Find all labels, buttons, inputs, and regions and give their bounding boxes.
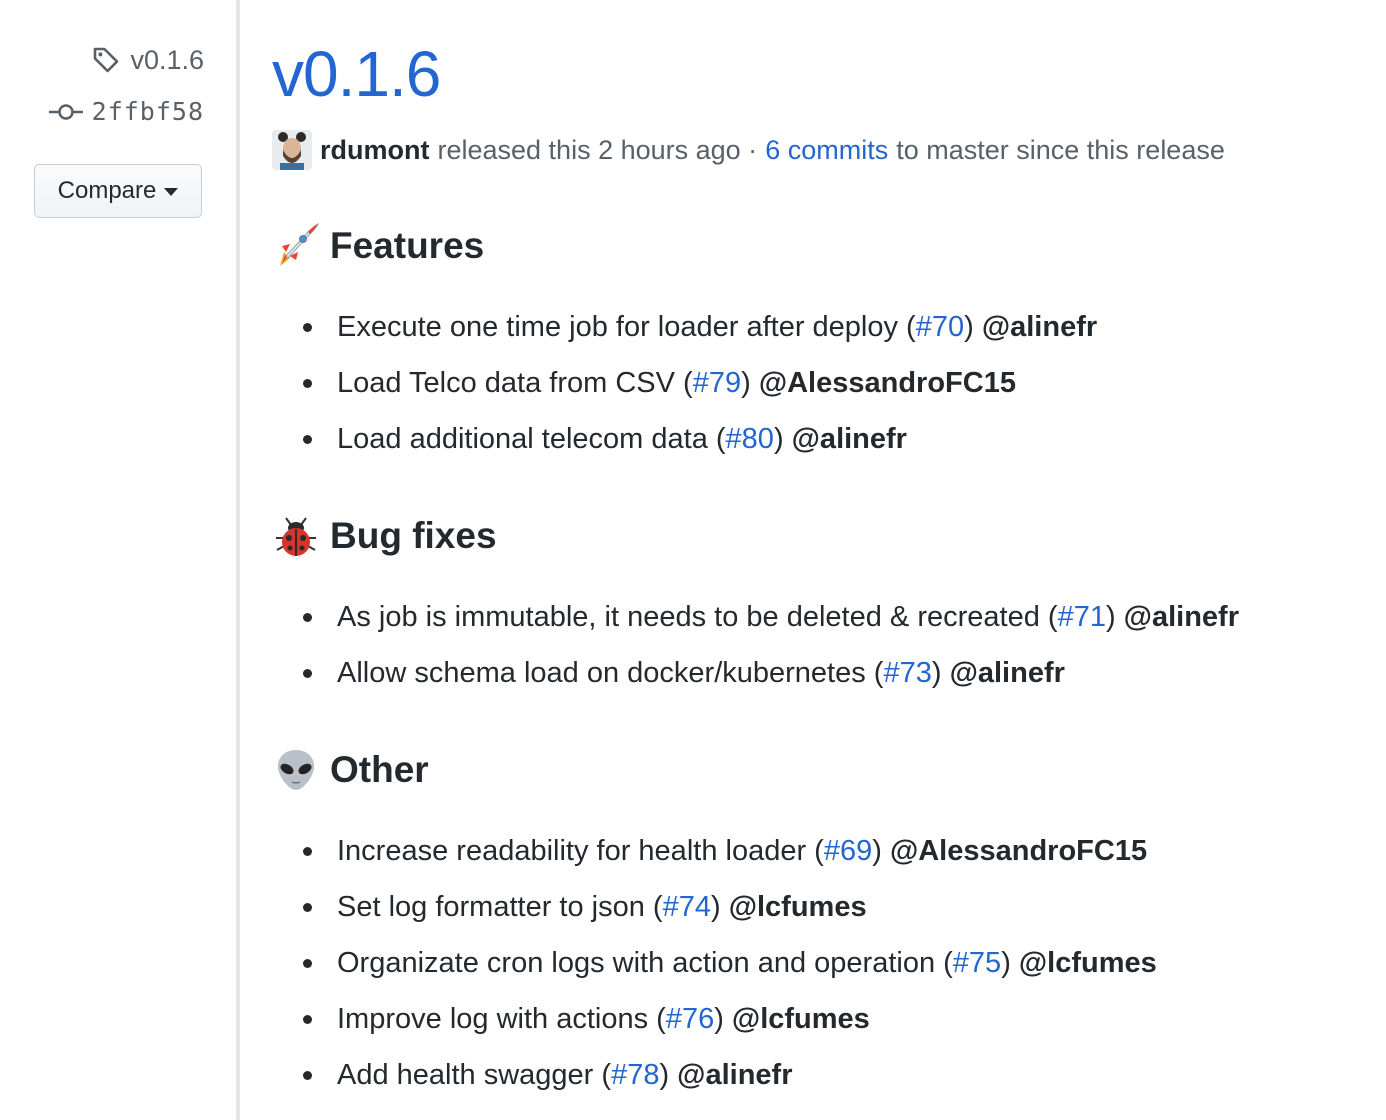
section-title: Features [330, 225, 485, 266]
bug-fixes-list: As job is immutable, it needs to be dele… [300, 589, 1239, 701]
item-text: Load Telco data from CSV ( [337, 367, 693, 399]
pr-link[interactable]: #76 [666, 1003, 714, 1035]
commit-icon [48, 103, 83, 120]
item-text: Set log formatter to json ( [337, 891, 663, 923]
list-item: Set log formatter to json (#74) @lcfumes [300, 879, 1157, 935]
pr-link[interactable]: #78 [611, 1059, 659, 1091]
item-text: Add health swagger ( [337, 1059, 612, 1091]
list-item: As job is immutable, it needs to be dele… [300, 589, 1239, 645]
section-heading-bug-fixes: Bug fixes [272, 512, 497, 560]
item-text: Load additional telecom data ( [337, 423, 726, 455]
features-list: Execute one time job for loader after de… [300, 299, 1097, 467]
item-text: Increase readability for health loader ( [337, 835, 824, 867]
pr-link[interactable]: #70 [916, 311, 964, 343]
alien-icon [278, 750, 314, 790]
author-mention[interactable]: @alinefr [792, 423, 907, 455]
author-mention[interactable]: @lcfumes [732, 1003, 870, 1035]
list-item: Organizate cron logs with action and ope… [300, 935, 1157, 991]
release-meta: rdumont released this 2 hours ago · 6 co… [272, 130, 1225, 170]
tag-link[interactable]: v0.1.6 [90, 44, 204, 76]
chevron-down-icon [164, 188, 179, 196]
item-text: Allow schema load on docker/kubernetes ( [337, 657, 884, 689]
item-text: As job is immutable, it needs to be dele… [337, 601, 1058, 633]
author-mention[interactable]: @AlessandroFC15 [759, 367, 1016, 399]
release-sidebar: v0.1.6 2ffbf58 Compare [0, 0, 236, 1120]
item-text: Execute one time job for loader after de… [337, 311, 916, 343]
release-title[interactable]: v0.1.6 [272, 34, 441, 114]
tag-icon [94, 47, 119, 73]
list-item: Load Telco data from CSV (#79) @Alessand… [300, 355, 1097, 411]
pr-link[interactable]: #74 [663, 891, 711, 923]
list-item: Add health swagger (#78) @alinefr [300, 1047, 1157, 1103]
list-item: Improve log with actions (#76) @lcfumes [300, 991, 1157, 1047]
ladybug-icon [276, 517, 316, 556]
compare-label: Compare [57, 177, 157, 204]
other-list: Increase readability for health loader (… [300, 823, 1157, 1103]
section-heading-features: Features [272, 222, 484, 270]
list-item: Load additional telecom data (#80) @alin… [300, 411, 1097, 467]
commits-suffix: to master since this release [896, 134, 1225, 165]
pr-link[interactable]: #79 [693, 367, 741, 399]
avatar[interactable] [272, 130, 312, 170]
sidebar-divider [236, 0, 240, 1120]
tag-label: v0.1.6 [130, 44, 204, 75]
author-mention[interactable]: @alinefr [950, 657, 1065, 689]
section-title: Bug fixes [330, 515, 497, 556]
pr-link[interactable]: #73 [883, 657, 931, 689]
list-item: Execute one time job for loader after de… [300, 299, 1097, 355]
item-text: Improve log with actions ( [337, 1003, 666, 1035]
list-item: Allow schema load on docker/kubernetes (… [300, 645, 1239, 701]
commit-link[interactable]: 2ffbf58 [48, 97, 204, 126]
released-text: released this 2 hours ago · [437, 134, 758, 165]
commit-sha: 2ffbf58 [91, 97, 204, 126]
author-mention[interactable]: @alinefr [1124, 601, 1239, 633]
section-heading-other: Other [272, 746, 429, 794]
section-title: Other [330, 749, 429, 790]
author-name[interactable]: rdumont [320, 135, 429, 166]
rocket-icon [280, 222, 320, 266]
item-text: Organizate cron logs with action and ope… [337, 947, 953, 979]
pr-link[interactable]: #75 [953, 947, 1001, 979]
author-mention[interactable]: @alinefr [677, 1059, 792, 1091]
author-mention[interactable]: @alinefr [982, 311, 1097, 343]
pr-link[interactable]: #69 [824, 835, 872, 867]
pr-link[interactable]: #71 [1058, 601, 1106, 633]
author-mention[interactable]: @lcfumes [729, 891, 867, 923]
commits-link[interactable]: 6 commits [765, 135, 888, 166]
author-mention[interactable]: @AlessandroFC15 [890, 835, 1147, 867]
author-mention[interactable]: @lcfumes [1019, 947, 1157, 979]
list-item: Increase readability for health loader (… [300, 823, 1157, 879]
compare-button[interactable]: Compare [34, 164, 202, 218]
pr-link[interactable]: #80 [726, 423, 774, 455]
